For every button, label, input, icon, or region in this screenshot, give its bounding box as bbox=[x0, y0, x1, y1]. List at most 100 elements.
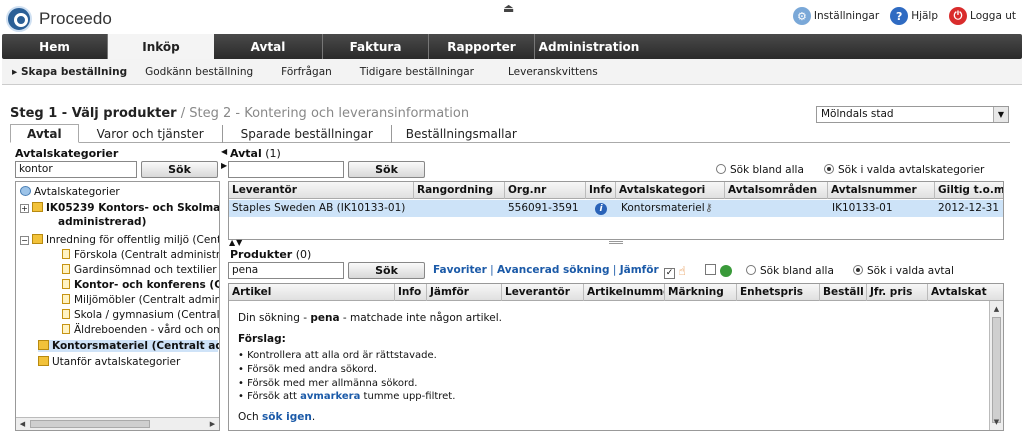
scroll-down-icon[interactable]: ▼ bbox=[990, 416, 1003, 428]
nav-administration[interactable]: Administration bbox=[535, 34, 643, 59]
thumbs-up-filter[interactable]: ✓ ☝ bbox=[664, 264, 686, 279]
product-radio-all[interactable]: Sök bland alla bbox=[746, 265, 834, 277]
category-search-button[interactable]: Sök bbox=[141, 161, 218, 178]
subnav-skapa-label: Skapa beställning bbox=[20, 65, 128, 78]
collapse-icon[interactable]: − bbox=[20, 236, 29, 245]
product-radio-selected-label: Sök i valda avtal bbox=[867, 265, 954, 277]
scroll-up-icon[interactable]: ▲ bbox=[990, 303, 1003, 315]
col-jfr-pris[interactable]: Jfr. pris bbox=[867, 284, 928, 301]
splitter-handle[interactable] bbox=[609, 241, 623, 244]
no-results-pre: Din sökning - bbox=[238, 312, 311, 324]
tab-varor[interactable]: Varor och tjänster bbox=[79, 125, 223, 143]
subnav-forfragan[interactable]: Förfrågan bbox=[281, 66, 332, 78]
category-search-input[interactable]: kontor bbox=[15, 161, 137, 178]
nav-hem[interactable]: Hem bbox=[2, 34, 108, 59]
subnav-tidigare[interactable]: Tidigare beställningar bbox=[360, 66, 474, 78]
col-avtalsomraden[interactable]: Avtalsområden bbox=[725, 182, 828, 199]
tree-leaf-aldre[interactable]: Äldreboenden - vård och omsc bbox=[62, 324, 219, 336]
suggestion-1: • Kontrollera att alla ord är rättstavad… bbox=[238, 350, 437, 361]
product-search-button[interactable]: Sök bbox=[348, 262, 425, 279]
col-jamfor[interactable]: Jämför bbox=[427, 284, 502, 301]
app-logo[interactable]: Proceedo bbox=[6, 6, 112, 32]
thumbs-up-icon: ☝ bbox=[678, 264, 686, 278]
tree-node-inredning[interactable]: − Inredning för offentlig miljö (Centra bbox=[20, 234, 219, 246]
resize-arrows-icon[interactable]: ▲▼ bbox=[229, 238, 243, 247]
collapse-panel-icon[interactable]: ◀ bbox=[221, 147, 227, 156]
scroll-left-icon[interactable]: ◀ bbox=[16, 418, 29, 430]
tree-horizontal-scrollbar[interactable]: ◀ ▶ bbox=[16, 417, 219, 430]
tree-leaf-miljo[interactable]: Miljömöbler (Centralt administr bbox=[62, 294, 219, 306]
products-table-header: Artikel Info Jämför Leverantör Artikelnu… bbox=[229, 284, 1003, 301]
tab-sparade[interactable]: Sparade beställningar bbox=[223, 125, 392, 143]
col-avtalskategori[interactable]: Avtalskategori bbox=[616, 182, 725, 199]
top-links: ⚙ Inställningar ? Hjälp ⏻ Logga ut bbox=[787, 7, 1016, 25]
col-enhetspris[interactable]: Enhetspris bbox=[737, 284, 820, 301]
scroll-right-icon[interactable]: ▶ bbox=[206, 418, 219, 430]
tree-leaf-skola[interactable]: Skola / gymnasium (Centralt ad bbox=[62, 309, 219, 321]
col-leverantor[interactable]: Leverantör bbox=[229, 182, 414, 199]
row-orgnr: 556091-3591 bbox=[508, 202, 579, 214]
search-again-link[interactable]: sök igen bbox=[262, 411, 312, 423]
tab-avtal[interactable]: Avtal bbox=[10, 124, 79, 143]
tree-leaf-kontor[interactable]: Kontor- och konferens (Ce bbox=[62, 279, 219, 291]
settings-link[interactable]: ⚙ Inställningar bbox=[792, 7, 879, 25]
agreements-table-header: Leverantör Rangordning Org.nr Info Avtal… bbox=[229, 182, 1003, 199]
col-rangordning[interactable]: Rangordning bbox=[414, 182, 505, 199]
agreement-radio-all[interactable]: Sök bland alla bbox=[716, 164, 804, 176]
thumbs-up-checkbox[interactable]: ✓ bbox=[664, 268, 675, 279]
expand-panel-icon[interactable]: ▶ bbox=[221, 161, 227, 170]
deselect-filter-link[interactable]: avmarkera bbox=[300, 391, 360, 402]
col-leverantor[interactable]: Leverantör bbox=[502, 284, 584, 301]
expand-icon[interactable]: + bbox=[20, 204, 29, 213]
tab-mallar[interactable]: Beställningsmallar bbox=[392, 125, 531, 143]
scrollbar-thumb[interactable] bbox=[992, 317, 1001, 423]
tree-node-kontorsmateriel[interactable]: Kontorsmateriel (Centralt adm bbox=[38, 340, 219, 352]
tree-node-utanfor[interactable]: Utanför avtalskategorier bbox=[38, 356, 180, 368]
col-info[interactable]: Info bbox=[586, 182, 616, 199]
agreements-heading: Avtal (1) bbox=[230, 147, 281, 160]
tree-node-ik05239[interactable]: + IK05239 Kontors- och Skolma bbox=[20, 202, 219, 214]
suggestion-2: • Försök med andra sökord. bbox=[238, 364, 377, 375]
nav-rapporter[interactable]: Rapporter bbox=[429, 34, 535, 59]
col-artikelnummer[interactable]: Artikelnumme bbox=[584, 284, 665, 301]
info-icon-glyph: i bbox=[595, 203, 607, 215]
eco-filter[interactable] bbox=[705, 264, 732, 278]
col-artikel[interactable]: Artikel bbox=[229, 284, 395, 301]
compare-link[interactable]: Jämför bbox=[620, 264, 659, 276]
nav-faktura[interactable]: Faktura bbox=[323, 34, 429, 59]
info-icon[interactable]: i bbox=[595, 202, 607, 215]
logout-link[interactable]: ⏻ Logga ut bbox=[949, 7, 1016, 25]
agreement-search-input[interactable] bbox=[228, 161, 344, 178]
organization-select[interactable]: Mölndals stad ▼ bbox=[816, 106, 1009, 123]
tree-leaf-gardin[interactable]: Gardinsömnad och textilier (Ce bbox=[62, 264, 219, 276]
eco-checkbox[interactable] bbox=[705, 264, 716, 275]
col-markning[interactable]: Märkning bbox=[665, 284, 737, 301]
favorites-link[interactable]: Favoriter bbox=[433, 264, 487, 276]
subnav-skapa[interactable]: ▸ Skapa beställning bbox=[12, 66, 127, 78]
products-vertical-scrollbar[interactable]: ▲ ▼ bbox=[989, 301, 1003, 430]
no-results-post: - matchade inte någon artikel. bbox=[339, 312, 502, 324]
col-giltig[interactable]: Giltig t.o.m. bbox=[935, 182, 1003, 199]
tree-root[interactable]: Avtalskategorier bbox=[20, 186, 120, 198]
scrollbar-thumb[interactable] bbox=[30, 420, 150, 428]
nav-inkop[interactable]: Inköp bbox=[108, 34, 214, 59]
help-link[interactable]: ? Hjälp bbox=[890, 7, 938, 25]
key-icon[interactable]: ⚷ bbox=[705, 200, 713, 216]
col-orgnr[interactable]: Org.nr bbox=[505, 182, 586, 199]
col-bestall[interactable]: Beställ bbox=[820, 284, 867, 301]
table-row[interactable]: Staples Sweden AB (IK10133-01) 556091-35… bbox=[229, 200, 1003, 217]
advanced-search-link[interactable]: Avancerad sökning bbox=[497, 264, 609, 276]
col-avtalskat[interactable]: Avtalskat bbox=[928, 284, 1003, 301]
product-search-input[interactable]: pena bbox=[228, 262, 344, 279]
tree-leaf-forskola[interactable]: Förskola (Centralt administrera bbox=[62, 249, 219, 261]
agreement-search-button[interactable]: Sök bbox=[348, 161, 425, 178]
subnav-leverans[interactable]: Leveranskvittens bbox=[508, 66, 598, 78]
agreement-radio-selected[interactable]: Sök i valda avtalskategorier bbox=[824, 164, 984, 176]
col-info[interactable]: Info bbox=[395, 284, 427, 301]
nav-avtal[interactable]: Avtal bbox=[214, 34, 323, 59]
col-avtalsnummer[interactable]: Avtalsnummer bbox=[828, 182, 935, 199]
subnav-godkann[interactable]: Godkänn beställning bbox=[145, 66, 253, 78]
collapse-header-icon[interactable]: ⏏ bbox=[503, 1, 514, 15]
no-results-term: pena bbox=[310, 312, 340, 324]
product-radio-selected[interactable]: Sök i valda avtal bbox=[853, 265, 954, 277]
